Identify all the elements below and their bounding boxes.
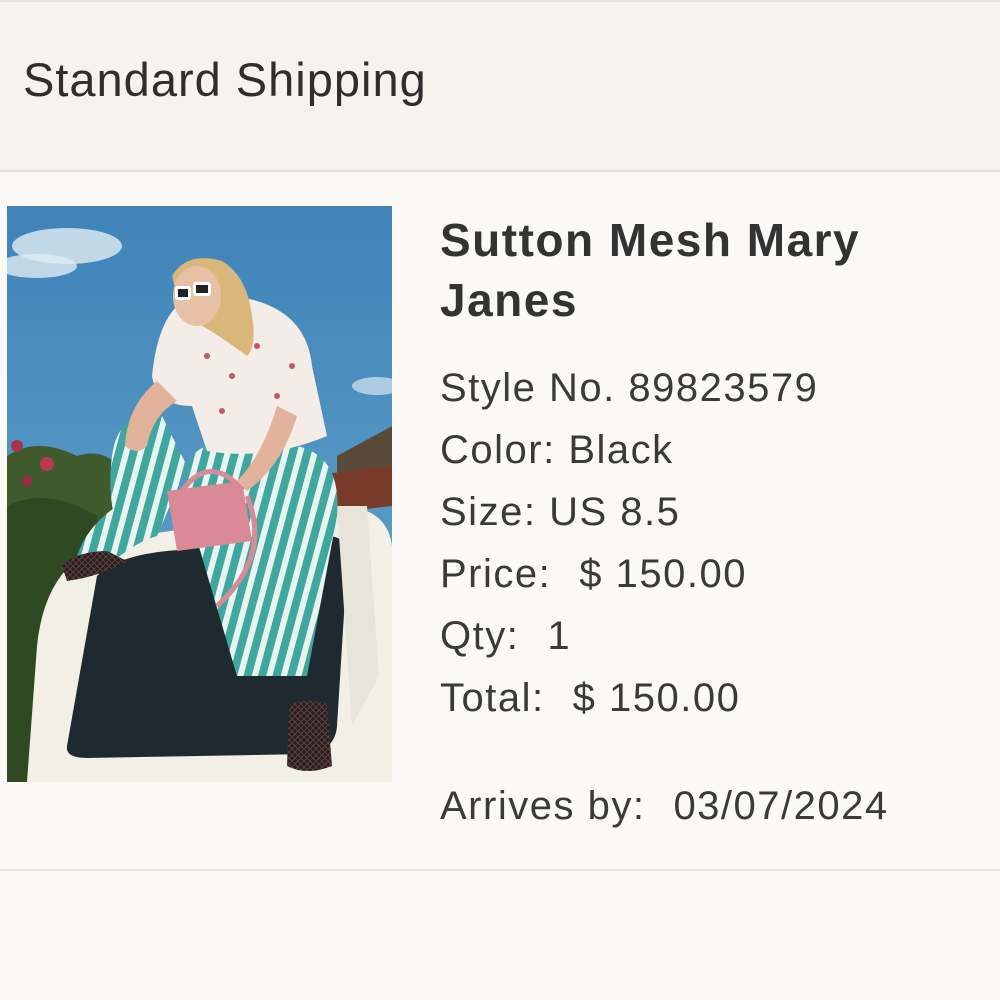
arrival-row: Arrives by: 03/07/2024 [440,786,889,826]
arrival-date: 03/07/2024 [673,784,889,828]
arrival-label: Arrives by: [440,784,646,828]
color-value: Black [568,428,674,472]
size-row: Size: US 8.5 [440,492,680,532]
style-number-row: Style No. 89823579 [440,368,818,408]
quantity-row: Qty: 1 [440,616,571,656]
size-label: Size: [440,490,537,534]
product-image[interactable] [7,206,392,782]
price-row: Price: $ 150.00 [440,554,747,594]
total-row: Total: $ 150.00 [440,678,740,718]
size-value: US 8.5 [549,490,681,534]
total-label: Total: [440,676,545,720]
style-number-value: 89823579 [628,366,819,410]
order-summary-page: Standard Shipping Sutton Mesh Mary Janes… [0,0,1000,1000]
color-row: Color: Black [440,430,674,470]
shipping-method-title: Standard Shipping [23,53,427,106]
shipping-header: Standard Shipping [0,0,1000,172]
total-value: $ 150.00 [572,676,741,720]
product-name[interactable]: Sutton Mesh Mary Janes [440,210,940,330]
style-number-label: Style No. [440,366,616,410]
price-label: Price: [440,552,552,596]
product-details: Sutton Mesh Mary Janes [440,210,980,330]
color-label: Color: [440,428,556,472]
quantity-value: 1 [547,614,572,658]
price-value: $ 150.00 [579,552,747,596]
quantity-label: Qty: [440,614,520,658]
section-divider [0,869,1000,871]
